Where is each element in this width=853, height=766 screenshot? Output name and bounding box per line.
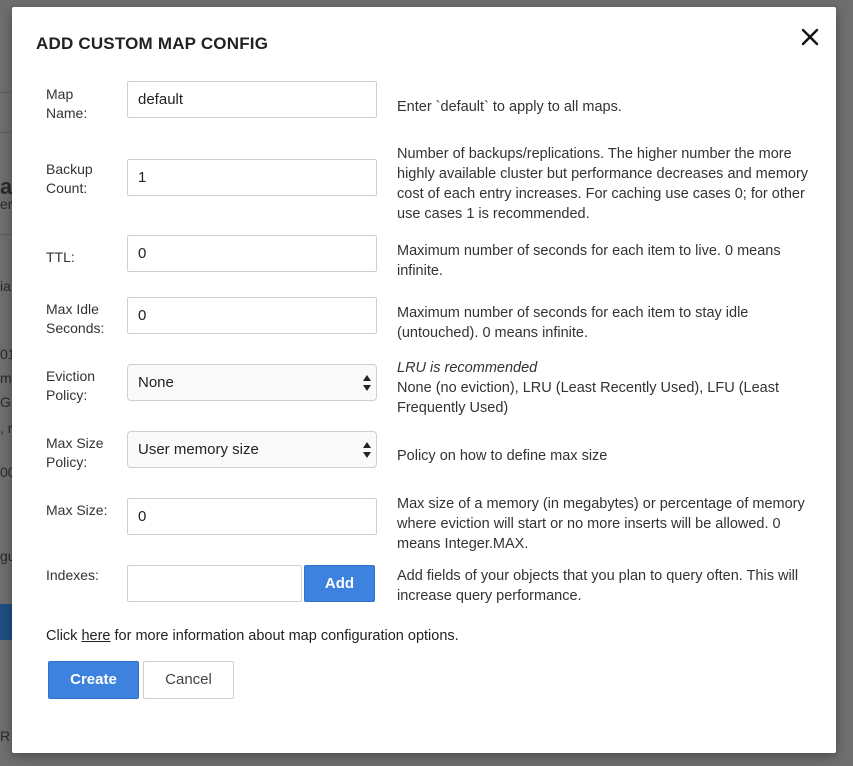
bg-text: G	[0, 394, 11, 410]
indexes-help: Add fields of your objects that you plan…	[397, 568, 799, 604]
bg-text: gu	[0, 548, 12, 564]
close-button[interactable]	[798, 25, 822, 49]
backup-count-input[interactable]	[127, 159, 377, 196]
max-idle-help: Maximum number of seconds for each item …	[397, 305, 749, 341]
max-size-policy-label: Max Size Policy:	[46, 435, 104, 470]
bg-text: , r	[0, 420, 12, 436]
bg-divider	[0, 132, 12, 133]
max-size-policy-select[interactable]: User memory size	[127, 431, 377, 468]
max-size-label: Max Size:	[46, 502, 108, 518]
map-name-help: Enter `default` to apply to all maps.	[397, 99, 622, 115]
bg-text: 01	[0, 346, 12, 362]
eviction-policy-recommendation: LRU is recommended	[397, 360, 538, 376]
create-button[interactable]: Create	[48, 661, 139, 699]
cancel-button[interactable]: Cancel	[143, 661, 234, 699]
max-size-policy-help: Policy on how to define max size	[397, 448, 608, 464]
select-arrows-icon	[363, 375, 371, 391]
indexes-label: Indexes:	[46, 567, 99, 583]
info-here-link[interactable]: here	[81, 628, 110, 644]
bg-divider	[0, 92, 12, 93]
info-text: Click here for more information about ma…	[46, 628, 459, 644]
bg-text: R	[0, 728, 11, 744]
indexes-input[interactable]	[127, 565, 302, 602]
bg-text: ia	[0, 278, 11, 294]
select-arrows-icon	[363, 442, 371, 458]
bg-text: er	[0, 196, 12, 212]
backup-count-help: Number of backups/replications. The high…	[397, 146, 809, 222]
backup-count-label: Backup Count:	[46, 161, 93, 196]
info-suffix: for more information about map configura…	[110, 628, 459, 644]
ttl-input[interactable]	[127, 235, 377, 272]
bg-text: 00	[0, 464, 12, 480]
bg-divider	[0, 234, 12, 235]
map-name-label: Map Name:	[46, 86, 88, 121]
eviction-policy-description: None (no eviction), LRU (Least Recently …	[397, 380, 779, 416]
eviction-policy-help: LRU is recommended None (no eviction), L…	[397, 358, 817, 418]
max-size-input[interactable]	[127, 498, 377, 535]
dialog-title: ADD CUSTOM MAP CONFIG	[36, 34, 269, 53]
add-map-config-dialog: ADD CUSTOM MAP CONFIG Map Name: Enter `d…	[12, 7, 836, 753]
ttl-label: TTL:	[46, 249, 75, 265]
max-size-help: Max size of a memory (in megabytes) or p…	[397, 496, 805, 552]
close-icon	[801, 28, 819, 46]
bg-text: m	[0, 370, 12, 386]
eviction-policy-value: None	[138, 374, 174, 391]
eviction-policy-select[interactable]: None	[127, 364, 377, 401]
max-idle-label: Max Idle Seconds:	[46, 301, 105, 336]
add-index-button[interactable]: Add	[304, 565, 375, 602]
map-name-input[interactable]	[127, 81, 377, 118]
ttl-help: Maximum number of seconds for each item …	[397, 243, 781, 279]
eviction-policy-label: Eviction Policy:	[46, 368, 96, 403]
info-prefix: Click	[46, 628, 82, 644]
max-size-policy-value: User memory size	[138, 441, 259, 458]
bg-button	[0, 604, 12, 640]
max-idle-input[interactable]	[127, 297, 377, 334]
